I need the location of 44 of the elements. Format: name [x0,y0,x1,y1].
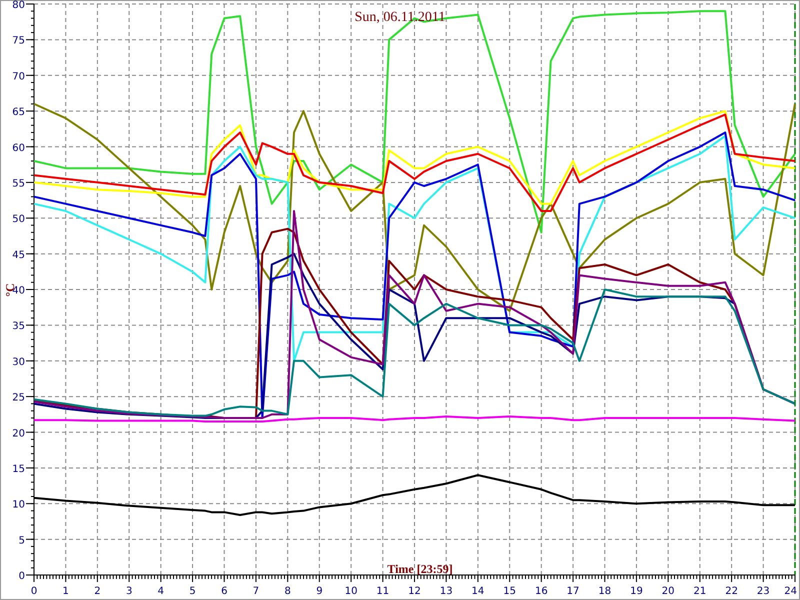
axis-tick-label: 14 [472,586,484,597]
axis-tick-label: 15 [12,464,25,475]
axis-tick-label: 80 [12,0,25,11]
axis-tick-label: 70 [12,71,25,82]
axis-tick-label: 22 [725,586,738,597]
axis-tick-label: 18 [598,586,612,597]
axis-tick-label: 10 [12,500,25,511]
axis-tick-label: 2 [94,586,101,597]
axis-tick-label: 30 [12,356,25,368]
axis-tick-label: 6 [221,586,228,597]
axis-tick-label: 65 [12,107,25,118]
x-axis-label: Time [23:59] [387,562,453,576]
axis-tick-label: 50 [12,214,25,226]
axis-tick-label: 5 [189,586,196,597]
axis-tick-label: 75 [12,36,25,47]
axis-tick-label: 25 [12,392,25,404]
axis-tick-label: 11 [376,586,390,597]
axis-tick-label: 40 [12,286,25,296]
axis-tick-label: 9 [316,586,323,597]
axis-tick-label: 23 [756,586,770,597]
axis-tick-label: 20 [662,586,675,597]
axis-tick-label: 8 [284,586,291,597]
axis-tick-label: 35 [12,321,25,332]
axis-tick-label: 7 [252,586,260,597]
axis-tick-label: 0 [30,586,38,597]
axis-tick-label: 16 [534,586,548,597]
axis-tick-label: 0 [18,571,25,582]
axis-tick-label: 1 [62,586,69,597]
chart-title: Sun, 06.11.2011 [354,10,446,25]
axis-tick-label: 13 [440,586,453,597]
axis-tick-label: 60 [12,142,25,154]
axis-tick-label: 12 [408,586,421,597]
axis-tick-label: 3 [126,586,132,597]
axis-tick-label: 20 [12,428,25,440]
axis-tick-label: 17 [566,586,580,597]
axis-tick-label: 55 [12,178,25,190]
axis-tick-label: 5 [18,535,25,546]
axis-tick-label: 21 [694,586,706,597]
axis-tick-label: 19 [630,586,643,597]
axis-tick-label: 15 [503,586,516,597]
axis-tick-label: 10 [344,586,358,597]
axis-tick-label: 45 [12,250,25,261]
axis-tick-label: 24 [784,586,797,597]
axis-tick-label: 4 [158,586,164,597]
